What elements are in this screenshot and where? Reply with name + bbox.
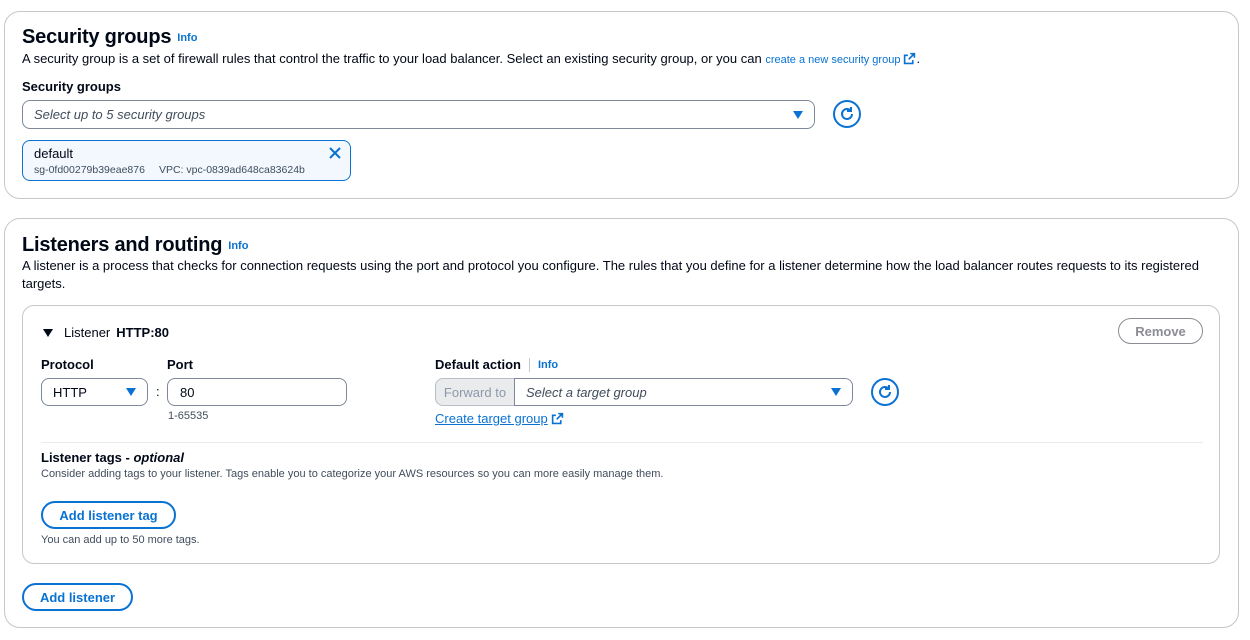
security-group-vpc: VPC: vpc-0839ad648ca83624b — [158, 164, 305, 176]
listener-header-prefix: Listener — [64, 325, 111, 340]
security-group-meta: sg-0fd00279b39eae876 VPC: vpc-0839ad648ca… — [34, 164, 305, 176]
forward-to-label: Forward to — [435, 378, 514, 406]
remove-listener-button: Remove — [1118, 318, 1203, 344]
listener-header-value: HTTP:80 — [116, 325, 169, 340]
create-target-group-link-wrap: Create target group — [435, 411, 564, 426]
listener-tags-optional: optional — [133, 450, 185, 465]
protocol-label: Protocol — [41, 357, 94, 372]
default-action-heading: Default action Info — [435, 357, 558, 372]
listener-tags-description: Consider adding tags to your listener. T… — [41, 468, 664, 480]
caret-down-icon — [126, 388, 136, 396]
port-value: 80 — [180, 384, 195, 400]
target-group-placeholder: Select a target group — [526, 384, 647, 400]
refresh-icon — [841, 107, 853, 120]
port-hint: 1-65535 — [168, 410, 209, 422]
caret-down-icon — [831, 388, 841, 396]
security-group-name: default — [34, 146, 74, 161]
listener-container: Listener HTTP:80 Remove Protocol HTTP : … — [22, 305, 1220, 564]
security-group-id: sg-0fd00279b39eae876 — [34, 164, 145, 176]
external-link-icon — [551, 412, 563, 425]
tags-remaining-hint: You can add up to 50 more tags. — [41, 534, 200, 546]
default-action-info-link[interactable]: Info — [538, 359, 558, 371]
caret-down-icon — [793, 110, 803, 119]
security-groups-title: Security groups — [22, 26, 172, 48]
listener-tags-label-text: Listener tags - — [41, 450, 134, 465]
add-listener-button[interactable]: Add listener — [22, 583, 133, 611]
security-groups-description: A security group is a set of firewall ru… — [22, 50, 1222, 69]
protocol-value: HTTP — [53, 384, 87, 400]
protocol-port-separator: : — [156, 384, 160, 399]
target-group-select[interactable]: Select a target group — [514, 378, 853, 406]
divider — [41, 442, 1203, 443]
refresh-security-groups-button[interactable] — [833, 100, 861, 128]
create-target-group-link[interactable]: Create target group — [435, 411, 548, 426]
listeners-description: A listener is a process that checks for … — [22, 258, 1199, 291]
port-label: Port — [167, 357, 193, 372]
listeners-heading: Listeners and routing Info — [22, 234, 248, 257]
selected-security-group-token: default sg-0fd00279b39eae876 VPC: vpc-083… — [22, 140, 351, 181]
default-action-label: Default action — [435, 357, 521, 372]
listeners-title: Listeners and routing — [22, 234, 223, 256]
create-security-group-link[interactable]: create a new security group — [765, 54, 900, 66]
listeners-routing-panel: Listeners and routing Info A listener is … — [4, 218, 1239, 628]
refresh-target-groups-button[interactable] — [871, 378, 899, 406]
security-groups-description-text: A security group is a set of firewall ru… — [22, 51, 766, 66]
external-link-icon — [904, 52, 916, 65]
security-groups-field-label: Security groups — [22, 79, 121, 94]
divider — [528, 357, 530, 372]
security-groups-select[interactable]: Select up to 5 security groups — [22, 100, 815, 129]
caret-down-icon — [43, 328, 53, 337]
security-groups-description-end: . — [916, 51, 921, 66]
default-action-control: Forward to Select a target group — [435, 378, 853, 406]
security-groups-select-placeholder: Select up to 5 security groups — [34, 107, 206, 122]
security-groups-heading: Security groups Info — [22, 26, 197, 49]
port-input[interactable]: 80 — [167, 378, 347, 406]
add-listener-tag-button[interactable]: Add listener tag — [41, 501, 176, 529]
refresh-icon — [879, 385, 891, 398]
listener-expand-toggle[interactable]: Listener HTTP:80 — [42, 325, 169, 340]
security-groups-panel: Security groups Info A security group is … — [4, 11, 1239, 199]
listener-tags-label: Listener tags - optional — [41, 450, 184, 465]
listeners-info-link[interactable]: Info — [228, 240, 248, 252]
security-groups-info-link[interactable]: Info — [177, 32, 197, 44]
protocol-select[interactable]: HTTP — [41, 378, 148, 406]
close-icon[interactable] — [328, 146, 342, 160]
